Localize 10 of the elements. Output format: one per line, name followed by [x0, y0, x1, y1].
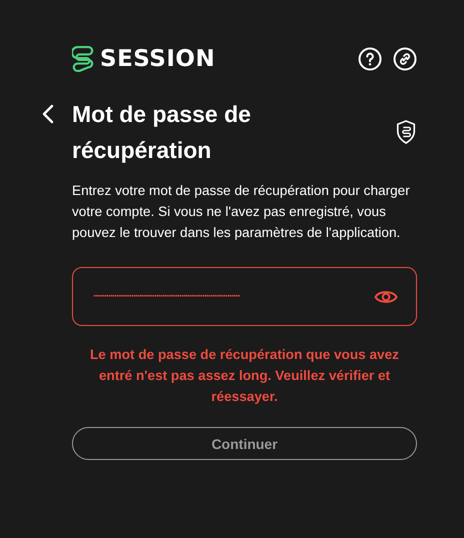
help-icon[interactable]	[358, 47, 382, 71]
link-icon[interactable]	[393, 47, 417, 71]
logo-text: SESSION	[100, 46, 216, 72]
page-title: Mot de passe de récupération	[72, 100, 252, 165]
back-icon[interactable]	[42, 104, 54, 124]
shield-icon	[395, 119, 417, 145]
error-message: Le mot de passe de récupération que vous avez entré n'est pas assez long. Veuillez vérifier et réessayer.	[89, 346, 400, 406]
logo-icon	[72, 45, 94, 73]
eye-icon[interactable]	[374, 288, 398, 304]
description-text: Entrez votre mot de passe de récupération pour charger votre compte. Si vous ne l'avez pas enregistré, vous pouvez le trouver dans les paramètres de l'application.	[72, 182, 411, 242]
